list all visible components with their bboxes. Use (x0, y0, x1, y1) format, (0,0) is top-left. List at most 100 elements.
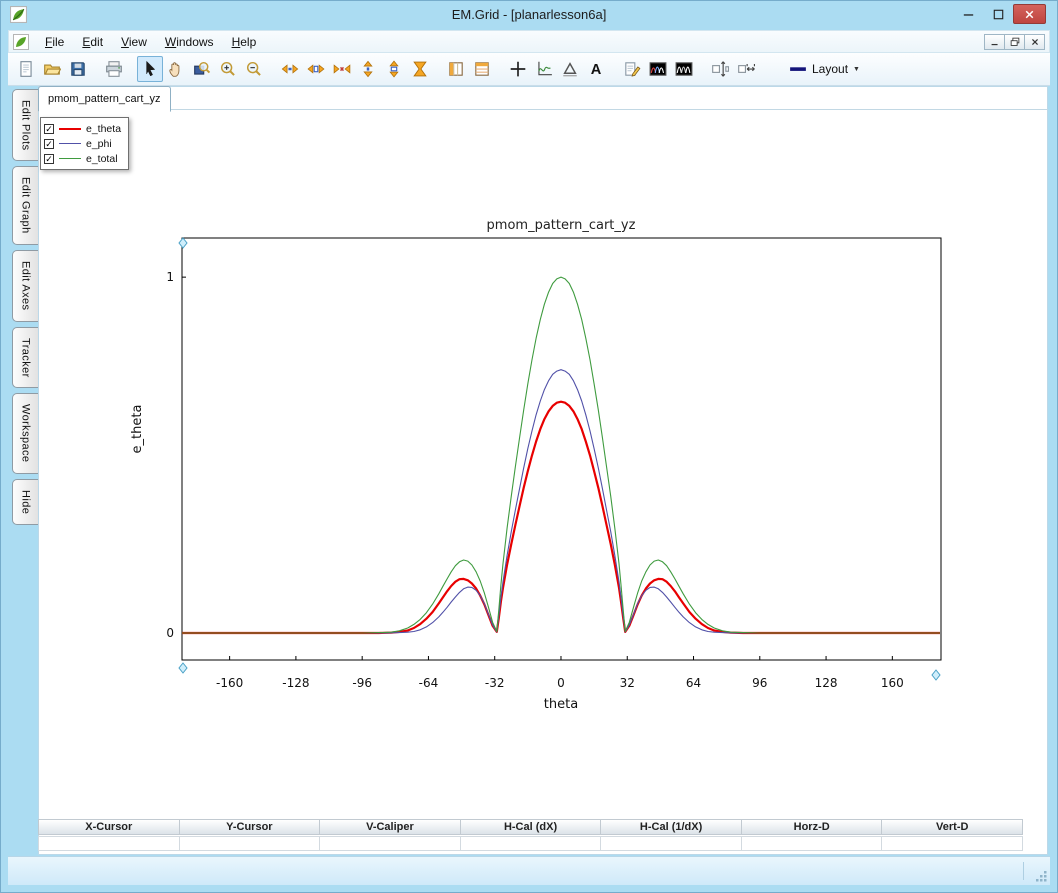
mdi-minimize-icon (991, 43, 998, 45)
zoom-in-icon (220, 61, 235, 76)
sidebar-tab-edit-plots[interactable]: Edit Plots (12, 89, 38, 162)
legend-item-e_theta: ✓ e_theta (44, 121, 121, 136)
h-autofit-button[interactable] (733, 56, 759, 82)
select-button[interactable] (137, 56, 163, 82)
menu-edit[interactable]: Edit (74, 33, 111, 51)
waves-mono-icon (675, 62, 693, 76)
zoom-region-icon (194, 61, 211, 75)
axes-curve-icon (538, 61, 552, 76)
document-icon[interactable] (13, 33, 29, 50)
toolbar-separator (609, 56, 619, 82)
readout-header-cell: V-Caliper (319, 819, 461, 835)
legend-checkbox-e_theta[interactable]: ✓ (44, 123, 54, 134)
h-expand-button[interactable] (277, 56, 303, 82)
delta-marker-button[interactable] (557, 56, 583, 82)
toolbar-separator (127, 56, 137, 82)
mdi-controls (984, 33, 1045, 50)
menu-view[interactable]: View (113, 33, 155, 51)
x-tick-label: -160 (216, 676, 243, 690)
zoom-in-button[interactable] (215, 56, 241, 82)
x-tick-label: 32 (620, 676, 635, 690)
x-tick-label: -32 (485, 676, 505, 690)
document-tab[interactable]: pmom_pattern_cart_yz (38, 86, 171, 112)
toolbar-separator (267, 56, 277, 82)
h-compress-button[interactable] (329, 56, 355, 82)
readout-value-cell (600, 836, 742, 851)
close-button[interactable] (1013, 4, 1046, 24)
sidebar-tab-edit-axes[interactable]: Edit Axes (12, 250, 38, 322)
resize-grip[interactable] (1035, 870, 1048, 883)
v-compress-icon (413, 61, 427, 77)
zoom-region-button[interactable] (189, 56, 215, 82)
table-rows-button[interactable] (469, 56, 495, 82)
layout-label: Layout (812, 62, 849, 76)
pan-button[interactable] (163, 56, 189, 82)
readout-header-cell: X-Cursor (38, 819, 180, 835)
sidebar: Edit Plots Edit Graph Edit Axes Tracker Work… (8, 89, 38, 525)
menu-file[interactable]: File (37, 33, 72, 51)
minimize-icon (963, 13, 973, 16)
crosshair-button[interactable] (505, 56, 531, 82)
menu-windows[interactable]: Windows (157, 33, 222, 51)
readout-header-cell: Horz-D (740, 819, 883, 835)
save-button[interactable] (65, 56, 91, 82)
readout-value-cell (881, 836, 1024, 851)
mdi-restore-button[interactable] (1004, 33, 1025, 50)
waves-color-button[interactable] (645, 56, 671, 82)
maximize-icon (993, 9, 1003, 19)
mdi-close-icon (1031, 38, 1038, 45)
legend-checkbox-e_total[interactable]: ✓ (44, 153, 54, 164)
readout-value-cell (38, 836, 180, 851)
toolbar: A Layout ▼ (8, 53, 1050, 86)
mdi-close-button[interactable] (1024, 33, 1045, 50)
sidebar-tab-label: Edit Axes (19, 261, 32, 311)
h-compress-icon (333, 64, 351, 74)
sidebar-tab-label: Edit Graph (19, 177, 32, 235)
legend-line-sample (59, 158, 81, 159)
sidebar-tab-tracker[interactable]: Tracker (12, 326, 38, 389)
mdi-minimize-button[interactable] (984, 33, 1005, 50)
y-tick-label: 1 (166, 270, 174, 284)
toolbar-separator (433, 56, 443, 82)
chart-svg: pmom_pattern_cart_yz e_thetatheta -160 -128… (130, 218, 942, 712)
new-button[interactable] (13, 56, 39, 82)
sidebar-tab-hide[interactable]: Hide (12, 478, 38, 525)
pan-icon (169, 62, 180, 77)
legend-checkbox-e_phi[interactable]: ✓ (44, 138, 54, 149)
x-axis-label: theta (544, 697, 578, 712)
h-range-button[interactable] (303, 56, 329, 82)
sidebar-tab-label: Tracker (19, 337, 32, 378)
minimize-button[interactable] (954, 4, 982, 24)
axis-handle[interactable] (931, 669, 941, 681)
maximize-button[interactable] (984, 4, 1012, 24)
axis-handle[interactable] (178, 662, 188, 674)
menu-help[interactable]: Help (224, 33, 265, 51)
waves-mono-button[interactable] (671, 56, 697, 82)
zoom-out-button[interactable] (241, 56, 267, 82)
open-button[interactable] (39, 56, 65, 82)
readout-value-row (38, 835, 1024, 851)
legend-line-sample (59, 127, 81, 130)
axes-curve-button[interactable] (531, 56, 557, 82)
print-button[interactable] (101, 56, 127, 82)
plot-area[interactable] (181, 237, 942, 661)
svg-text:A: A (591, 62, 602, 78)
x-tick-label: 128 (815, 676, 838, 690)
select-icon (146, 60, 156, 77)
v-autofit-button[interactable] (707, 56, 733, 82)
v-range-button[interactable] (381, 56, 407, 82)
readout-header-cell: Vert-D (881, 819, 1024, 835)
annotate-button[interactable] (619, 56, 645, 82)
table-columns-button[interactable] (443, 56, 469, 82)
text-label-button[interactable]: A (583, 56, 609, 82)
sidebar-tab-workspace[interactable]: Workspace (12, 393, 38, 474)
statusbar (8, 856, 1050, 885)
readout-value-cell (740, 836, 883, 851)
v-expand-button[interactable] (355, 56, 381, 82)
v-compress-button[interactable] (407, 56, 433, 82)
zoom-out-icon (246, 61, 261, 76)
y-axis-label: e_theta (130, 405, 145, 454)
sidebar-tab-edit-graph[interactable]: Edit Graph (12, 166, 38, 246)
layout-button[interactable]: Layout ▼ (781, 57, 868, 81)
chart-title: pmom_pattern_cart_yz (487, 218, 636, 233)
